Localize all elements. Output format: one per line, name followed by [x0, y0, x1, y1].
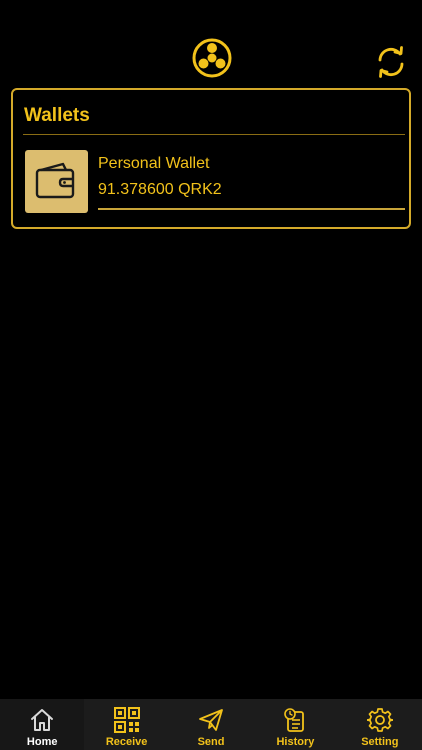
divider: [23, 134, 405, 135]
tab-label-setting: Setting: [361, 736, 399, 748]
refresh-icon[interactable]: [373, 44, 409, 80]
history-icon: [284, 708, 305, 732]
tab-send[interactable]: Send: [169, 699, 253, 750]
tab-setting[interactable]: Setting: [338, 699, 422, 750]
wallet-thumbnail: [25, 150, 88, 213]
tab-label-history: History: [276, 736, 315, 748]
wallet-balance: 91.378600 QRK2: [98, 181, 222, 198]
tab-label-send: Send: [197, 736, 225, 748]
wallet-icon: [35, 162, 75, 199]
tab-history[interactable]: History: [253, 699, 337, 750]
wallet-name: Personal Wallet: [98, 155, 210, 172]
gear-icon: [366, 708, 393, 732]
tab-label-receive: Receive: [105, 736, 148, 748]
tab-bar: Home Receive Send History Setting: [0, 699, 422, 750]
wallet-item[interactable]: Personal Wallet 91.378600 QRK2: [23, 148, 405, 213]
home-icon: [31, 709, 54, 731]
tab-home[interactable]: Home: [0, 699, 85, 750]
app-header: [0, 0, 422, 86]
paper-plane-icon: [199, 709, 223, 731]
qr-code-icon: [113, 707, 140, 733]
wallets-card: Wallets Personal Wallet 91.378600 QRK2: [11, 88, 411, 229]
wallets-title: Wallets: [24, 105, 90, 126]
wallet-underline: [98, 208, 405, 210]
tab-receive[interactable]: Receive: [84, 699, 168, 750]
tab-label-home: Home: [26, 736, 58, 748]
qrk-logo-icon: [192, 38, 232, 78]
